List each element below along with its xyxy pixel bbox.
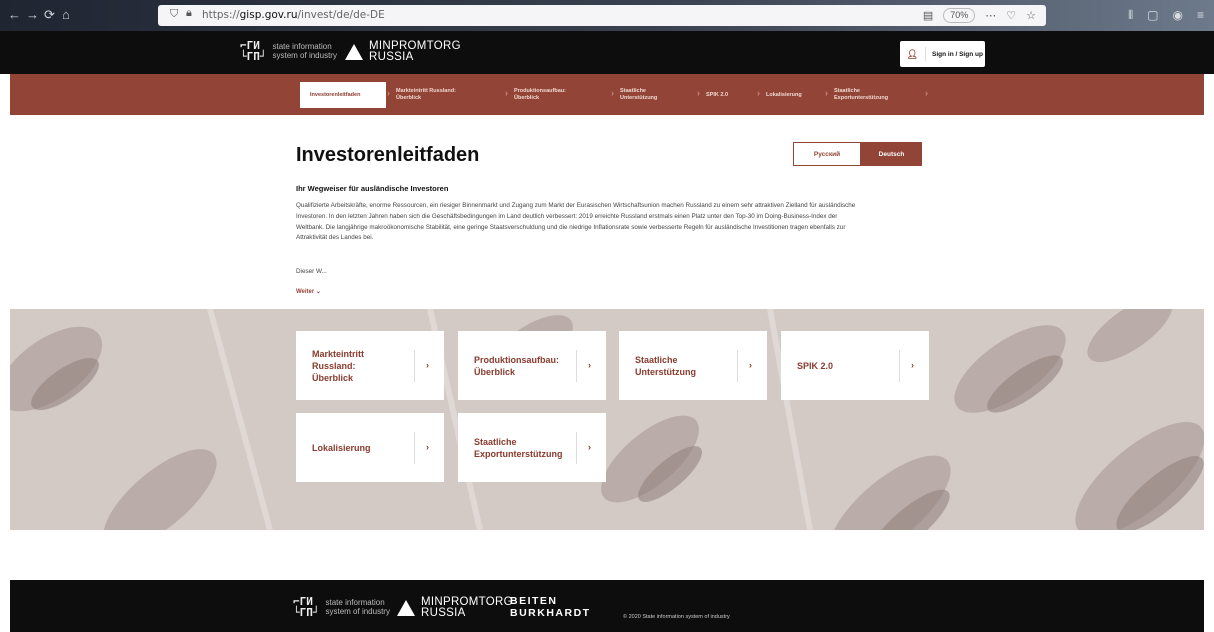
chevron-right-icon: › — [588, 442, 591, 452]
topic-card-1[interactable]: Markteintritt Russland: Überblick › — [296, 331, 444, 400]
language-switch: Русский Deutsch — [793, 142, 922, 166]
chevron-right-icon: › — [426, 442, 429, 452]
copyright-text: © 2020 State information system of indus… — [623, 614, 730, 620]
section-nav: Investorenleitfaden › Markteintritt Russla… — [10, 74, 1204, 115]
footer-minpromtorg-logo-text: MINPROMTORG RUSSIA — [421, 596, 513, 619]
sis-logo-text: state information system of industry — [272, 42, 337, 60]
nav-tab-label: Produktionsaufbau: Überblick — [514, 88, 566, 101]
nav-tab-label: Staatliche Unterstützung — [620, 88, 658, 101]
nav-tab-label: Markteintritt Russland: Überblick — [396, 88, 456, 101]
footer-sis-logo[interactable]: ⌐ГИ └ГП┘ state information system of indu… — [293, 596, 390, 618]
topic-card-3[interactable]: Staatliche Unterstützung › — [619, 331, 767, 400]
footer-minpromtorg-triangle-icon — [397, 600, 415, 616]
page-subtitle: Ihr Wegweiser für ausländische Investore… — [296, 184, 449, 193]
sign-in-button[interactable]: 👤︎ Sign in / Sign up — [900, 41, 985, 67]
chevron-right-icon: › — [426, 360, 429, 370]
topic-card-2[interactable]: Produktionsaufbau: Überblick › — [458, 331, 606, 400]
intro-paragraph: Qualifizierte Arbeitskräfte, enorme Ress… — [296, 202, 856, 242]
card-divider — [414, 432, 415, 464]
forward-icon[interactable]: → — [26, 8, 39, 22]
chevron-right-icon: › — [911, 360, 914, 370]
library-icon[interactable]: ⫴ — [1128, 8, 1133, 23]
lang-german-button[interactable]: Deutsch — [861, 142, 922, 166]
shield-icon[interactable]: ⛉ — [170, 8, 178, 21]
reader-view-icon[interactable]: ▤ — [923, 9, 933, 22]
teaser-text: Dieser W... — [296, 268, 327, 275]
nav-tab-label: SPIK 2.0 — [706, 91, 729, 98]
sis-logo-mark: ⌐ГИ └ГП┘ — [240, 39, 267, 63]
page-title: Investorenleitfaden — [296, 144, 480, 166]
minpromtorg-logo-text: MINPROMTORG RUSSIA — [369, 40, 461, 63]
nav-tab-7[interactable]: Staatliche Exportunterstützung › — [824, 82, 928, 108]
card-divider — [414, 350, 415, 382]
zoom-level-badge[interactable]: 70% — [943, 8, 976, 23]
nav-tab-6[interactable]: Lokalisierung › — [756, 82, 828, 108]
lock-icon[interactable]: 🔒︎ — [186, 7, 192, 20]
page-actions-icon[interactable]: ⋯ — [985, 9, 996, 22]
address-bar[interactable]: ⛉ 🔒︎ https://gisp.gov.ru/invest/de/de-DE… — [158, 5, 1046, 26]
user-icon: 👤︎ — [900, 47, 926, 61]
pocket-icon[interactable]: ♡ — [1006, 9, 1016, 22]
chevron-down-icon: ⌄ — [315, 289, 321, 295]
read-more-link[interactable]: Weiter ⌄ — [296, 288, 321, 295]
topic-card-4[interactable]: SPIK 2.0 › — [781, 331, 929, 400]
card-divider — [576, 432, 577, 464]
lang-russian-button[interactable]: Русский — [793, 142, 861, 166]
chevron-right-icon: › — [925, 88, 928, 98]
sign-in-label: Sign in / Sign up — [932, 50, 983, 58]
footer-sis-logo-mark: ⌐ГИ └ГП┘ — [293, 595, 320, 619]
card-divider — [576, 350, 577, 382]
nav-tab-1[interactable]: Investorenleitfaden › — [300, 82, 390, 108]
sis-logo[interactable]: ⌐ГИ └ГП┘ state information system of indu… — [240, 40, 337, 62]
site-footer: ⌐ГИ └ГП┘ state information system of indu… — [10, 580, 1204, 632]
url-text[interactable]: https://gisp.gov.ru/invest/de/de-DE — [202, 9, 385, 21]
beiten-burkhardt-logo[interactable]: BEITEN BURKHARDT — [510, 595, 591, 619]
topic-card-label: Staatliche Exportunterstützung — [474, 436, 563, 459]
bookmark-star-icon[interactable]: ☆ — [1026, 9, 1036, 22]
minpromtorg-triangle-icon — [345, 44, 363, 60]
browser-toolbar: ← → ⟳ ⌂ ⛉ 🔒︎ https://gisp.gov.ru/invest/… — [0, 0, 1214, 31]
topic-card-label: Lokalisierung — [312, 442, 371, 453]
sidebar-icon[interactable]: ▢ — [1147, 8, 1158, 23]
footer-sis-logo-text: state information system of industry — [325, 598, 390, 616]
nav-tab-4[interactable]: Staatliche Unterstützung › — [610, 82, 700, 108]
topic-card-6[interactable]: Staatliche Exportunterstützung › — [458, 413, 606, 482]
chevron-right-icon: › — [749, 360, 752, 370]
back-icon[interactable]: ← — [8, 8, 21, 22]
nav-tab-5[interactable]: SPIK 2.0 › — [696, 82, 760, 108]
footer-minpromtorg-logo[interactable]: MINPROMTORG RUSSIA — [397, 596, 513, 619]
nav-tab-3[interactable]: Produktionsaufbau: Überblick › — [504, 82, 614, 108]
home-icon[interactable]: ⌂ — [62, 8, 70, 22]
reload-icon[interactable]: ⟳ — [44, 8, 55, 22]
nav-tab-label: Investorenleitfaden — [310, 91, 361, 98]
topic-card-label: Staatliche Unterstützung — [635, 354, 696, 377]
topic-card-label: Produktionsaufbau: Überblick — [474, 354, 559, 377]
nav-tab-label: Lokalisierung — [766, 91, 802, 98]
card-divider — [899, 350, 900, 382]
hero-background-pattern — [10, 309, 1204, 530]
nav-tab-label: Staatliche Exportunterstützung — [834, 88, 889, 101]
minpromtorg-logo[interactable]: MINPROMTORG RUSSIA — [345, 40, 461, 63]
topic-card-label: Markteintritt Russland: Überblick — [312, 348, 365, 383]
nav-tab-2[interactable]: Markteintritt Russland: Überblick › — [386, 82, 508, 108]
chevron-right-icon: › — [588, 360, 591, 370]
topic-card-label: SPIK 2.0 — [797, 360, 834, 371]
menu-icon[interactable]: ≡ — [1197, 8, 1204, 23]
account-icon[interactable]: ◉ — [1173, 8, 1183, 23]
card-divider — [737, 350, 738, 382]
topic-card-5[interactable]: Lokalisierung › — [296, 413, 444, 482]
topics-hero: Markteintritt Russland: Überblick › Produk… — [10, 309, 1204, 530]
site-header: ⌐ГИ └ГП┘ state information system of indu… — [0, 31, 1214, 74]
